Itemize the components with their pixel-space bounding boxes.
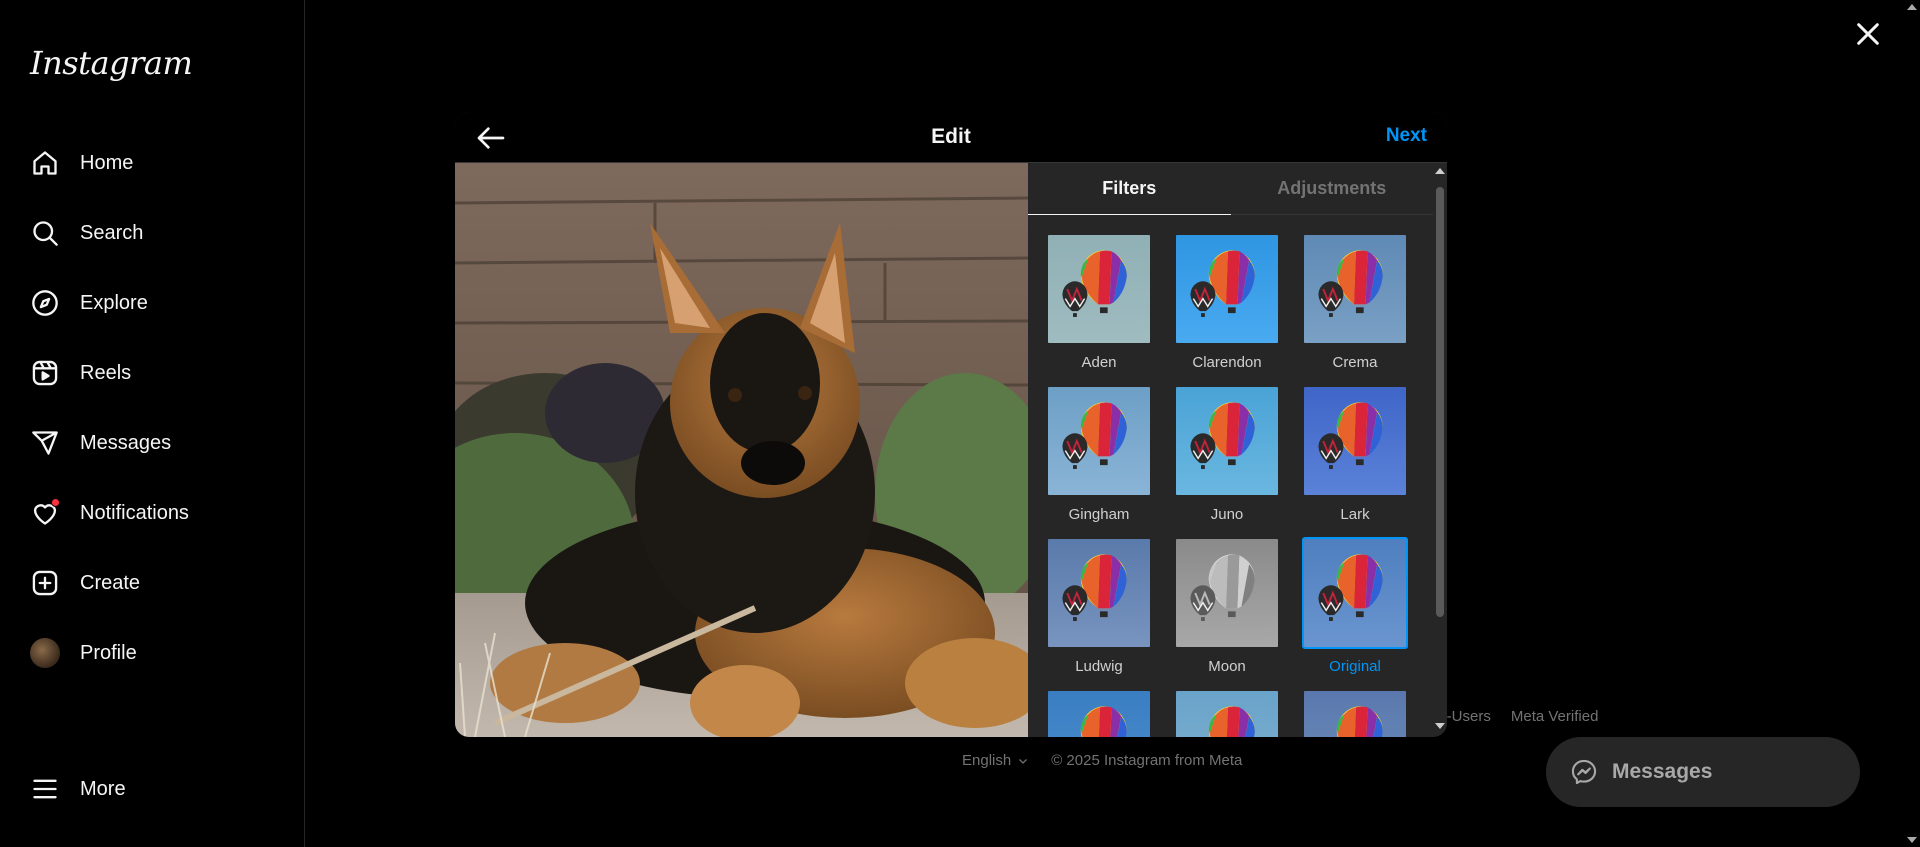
tab-filters[interactable]: Filters <box>1028 163 1231 215</box>
filter-name: Gingham <box>1068 506 1130 523</box>
filter-option-juno[interactable]: Juno <box>1174 385 1280 523</box>
hamburger-menu-icon <box>30 774 60 804</box>
filters-panel: Filters Adjustments Aden Clarendon Crema… <box>1028 163 1447 737</box>
filter-thumbnail <box>1302 233 1408 345</box>
dialog-header: Edit Next <box>455 112 1447 163</box>
language-label: English <box>962 752 1012 769</box>
page-scrollbar[interactable] <box>1904 0 1920 847</box>
tab-adjustments[interactable]: Adjustments <box>1231 163 1434 214</box>
sidebar-item-home[interactable]: Home <box>16 134 291 192</box>
sidebar-item-label: More <box>80 777 126 800</box>
filter-name: Aden <box>1081 354 1117 371</box>
sidebar-nav: Home Search Explore Reels Messages Notif… <box>16 134 291 694</box>
sidebar-item-label: Messages <box>80 431 172 454</box>
sidebar-item-search[interactable]: Search <box>16 204 291 262</box>
sidebar-item-label: Reels <box>80 361 132 384</box>
avatar <box>30 638 60 668</box>
reels-icon <box>30 358 60 388</box>
paper-plane-icon <box>30 428 60 458</box>
filter-name: Ludwig <box>1075 658 1123 675</box>
sidebar-item-reels[interactable]: Reels <box>16 344 291 402</box>
footer-link[interactable]: Meta Verified <box>1511 708 1599 725</box>
filter-thumbnail <box>1046 233 1152 345</box>
filter-option-item-10[interactable] <box>1174 689 1280 737</box>
sidebar-item-label: Search <box>80 221 144 244</box>
filter-name: Crema <box>1332 354 1378 371</box>
filter-thumbnail <box>1046 689 1152 737</box>
sidebar-item-profile[interactable]: Profile <box>16 624 291 682</box>
filter-option-original[interactable]: Original <box>1302 537 1408 675</box>
filter-thumbnail <box>1174 689 1280 737</box>
sidebar: Instagram Home Search Explore Reels Mess… <box>0 0 305 847</box>
footer-links: on-Users Meta Verified <box>1430 708 1598 725</box>
sidebar-item-label: Explore <box>80 291 148 314</box>
scroll-up-arrow-icon[interactable] <box>1907 4 1917 10</box>
instagram-logo[interactable]: Instagram <box>30 44 193 82</box>
language-select[interactable]: English <box>962 752 1029 769</box>
next-button[interactable]: Next <box>1386 125 1427 147</box>
footer-bottom: English © 2025 Instagram from Meta <box>962 752 1242 769</box>
filter-grid: Aden Clarendon Crema Gingham Juno Lark L… <box>1046 233 1426 737</box>
filter-option-aden[interactable]: Aden <box>1046 233 1152 371</box>
home-icon <box>30 148 60 178</box>
filter-name: Juno <box>1210 506 1244 523</box>
sidebar-item-notifications[interactable]: Notifications <box>16 484 291 542</box>
filter-option-moon[interactable]: Moon <box>1174 537 1280 675</box>
sidebar-item-explore[interactable]: Explore <box>16 274 291 332</box>
scroll-up-arrow-icon[interactable] <box>1435 168 1445 174</box>
messages-button[interactable]: Messages <box>1546 737 1860 807</box>
sidebar-item-label: Create <box>80 571 141 594</box>
filter-grid-container: Aden Clarendon Crema Gingham Juno Lark L… <box>1046 233 1426 737</box>
sidebar-item-more[interactable]: More <box>16 760 291 818</box>
sidebar-item-create[interactable]: Create <box>16 554 291 612</box>
filter-name: Original <box>1329 658 1381 675</box>
filter-thumbnail <box>1302 537 1408 649</box>
filter-thumbnail <box>1302 689 1408 737</box>
edit-dialog: Edit Next Filters Adjustments Aden Clare… <box>455 112 1447 737</box>
scroll-down-arrow-icon[interactable] <box>1435 723 1445 729</box>
filter-thumbnail <box>1302 385 1408 497</box>
messages-label: Messages <box>1612 760 1713 783</box>
sidebar-item-label: Profile <box>80 641 137 664</box>
filter-name: Lark <box>1340 506 1370 523</box>
notification-dot <box>51 498 60 507</box>
filter-name: Moon <box>1208 658 1246 675</box>
filter-thumbnail <box>1174 233 1280 345</box>
sidebar-item-messages[interactable]: Messages <box>16 414 291 472</box>
filter-thumbnail <box>1046 537 1152 649</box>
dialog-title: Edit <box>931 125 971 148</box>
filter-thumbnail <box>1046 385 1152 497</box>
filter-name: Clarendon <box>1192 354 1262 371</box>
scroll-down-arrow-icon[interactable] <box>1907 837 1917 843</box>
close-icon[interactable] <box>1852 18 1884 50</box>
sidebar-item-label: Notifications <box>80 501 189 524</box>
filter-thumbnail <box>1174 537 1280 649</box>
filter-option-ludwig[interactable]: Ludwig <box>1046 537 1152 675</box>
filter-option-item-9[interactable] <box>1046 689 1152 737</box>
photo-preview <box>455 163 1028 737</box>
scrollbar-thumb[interactable] <box>1436 187 1444 617</box>
messenger-icon <box>1571 759 1597 785</box>
sidebar-item-label: Home <box>80 151 134 174</box>
filter-option-gingham[interactable]: Gingham <box>1046 385 1152 523</box>
compass-icon <box>30 288 60 318</box>
copyright: © 2025 Instagram from Meta <box>1051 752 1243 769</box>
edit-tabs: Filters Adjustments <box>1028 163 1433 215</box>
plus-square-icon <box>30 568 60 598</box>
back-arrow-icon[interactable] <box>475 122 507 154</box>
filter-option-crema[interactable]: Crema <box>1302 233 1408 371</box>
chevron-down-icon <box>1019 758 1028 764</box>
filter-thumbnail <box>1174 385 1280 497</box>
filter-option-clarendon[interactable]: Clarendon <box>1174 233 1280 371</box>
search-icon <box>30 218 60 248</box>
heart-icon <box>30 498 60 528</box>
filter-option-lark[interactable]: Lark <box>1302 385 1408 523</box>
filters-scrollbar[interactable] <box>1433 163 1447 737</box>
filter-option-item-11[interactable] <box>1302 689 1408 737</box>
